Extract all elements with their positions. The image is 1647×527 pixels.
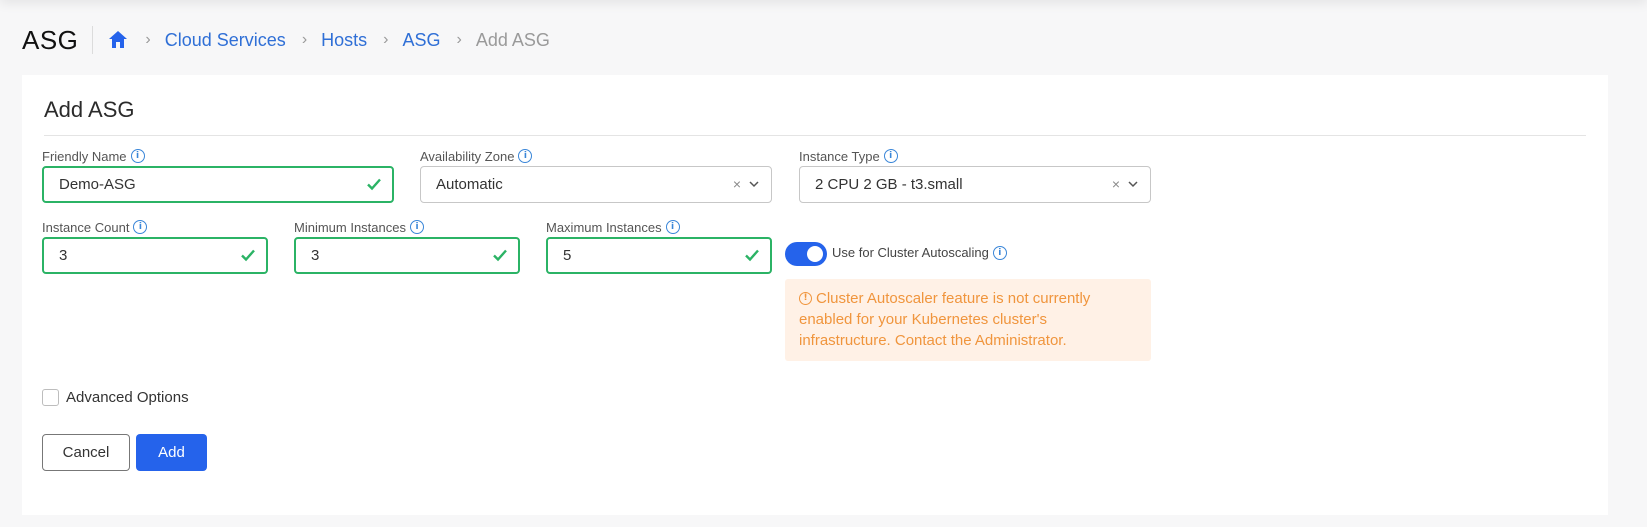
min-instances-label: Minimum Instances i [294,218,424,236]
max-instances-value: 5 [563,247,572,264]
add-asg-card: Add ASG Friendly Name i Demo-ASG Availab… [22,75,1608,515]
info-icon[interactable]: i [883,149,898,163]
check-icon [241,249,255,262]
form-title: Add ASG [44,97,135,122]
page-header: ASG › Cloud Services › Hosts › ASG › Add… [22,18,550,62]
breadcrumb-hosts[interactable]: Hosts [321,30,367,51]
cluster-autoscaling-label: Use for Cluster Autoscaling i [832,245,1007,260]
availability-zone-select[interactable]: Automatic × [420,166,772,203]
max-instances-label: Maximum Instances i [546,218,680,236]
instance-type-label-text: Instance Type [799,148,880,164]
breadcrumb: › Cloud Services › Hosts › ASG › Add ASG [129,30,549,51]
availability-zone-value: Automatic [436,176,503,193]
instance-type-value: 2 CPU 2 GB - t3.small [815,176,963,193]
availability-zone-label: Availability Zone i [420,147,533,165]
friendly-name-field: Friendly Name i [42,147,145,165]
min-instances-label-text: Minimum Instances [294,219,406,235]
instance-type-label: Instance Type i [799,147,898,165]
check-icon [367,178,381,191]
instance-count-label: Instance Count i [42,218,148,236]
instance-count-value: 3 [59,247,68,264]
min-instances-input[interactable]: 3 [294,237,520,274]
availability-zone-label-text: Availability Zone [420,148,515,164]
friendly-name-label-text: Friendly Name [42,148,127,164]
chevron-right-icon: › [383,31,389,48]
info-icon[interactable]: i [518,149,533,163]
breadcrumb-asg[interactable]: ASG [402,30,440,51]
page-title: ASG [22,24,79,55]
cluster-autoscaling-toggle[interactable] [785,242,827,266]
header-divider [92,26,94,54]
warning-line-1: ! Cluster Autoscaler feature is not curre… [799,288,1137,309]
warning-text-1: Cluster Autoscaler feature is not curren… [816,290,1091,307]
instance-count-label-text: Instance Count [42,219,130,235]
check-icon [745,249,759,262]
min-instances-value: 3 [311,247,320,264]
info-icon[interactable]: i [133,220,148,234]
availability-zone-field: Availability Zone i [420,147,533,165]
max-instances-input[interactable]: 5 [546,237,772,274]
friendly-name-value: Demo-ASG [59,176,136,193]
toggle-knob [807,246,823,262]
home-icon[interactable] [107,29,129,51]
check-icon [493,249,507,262]
instance-type-field: Instance Type i [799,147,898,165]
instance-count-input[interactable]: 3 [42,237,268,274]
info-icon[interactable]: i [665,220,680,234]
friendly-name-label: Friendly Name i [42,147,145,165]
warning-icon: ! [799,292,812,305]
instance-type-select[interactable]: 2 CPU 2 GB - t3.small × [799,166,1151,203]
friendly-name-input[interactable]: Demo-ASG [42,166,394,203]
advanced-options-checkbox[interactable] [42,389,59,406]
chevron-right-icon: › [145,31,151,48]
max-instances-label-text: Maximum Instances [546,219,662,235]
clear-icon[interactable]: × [1112,176,1120,192]
chevron-right-icon: › [456,31,462,48]
autoscaler-warning: ! Cluster Autoscaler feature is not curre… [785,279,1151,361]
advanced-options-label[interactable]: Advanced Options [66,389,189,406]
max-instances-field: Maximum Instances i [546,218,680,236]
warning-line-2: enabled for your Kubernetes cluster's [799,311,1048,328]
title-divider [44,135,1586,136]
chevron-down-icon[interactable] [1128,180,1138,188]
info-icon[interactable]: i [130,149,145,163]
breadcrumb-current: Add ASG [475,29,550,50]
clear-icon[interactable]: × [733,176,741,192]
cancel-button[interactable]: Cancel [42,434,130,471]
info-icon[interactable]: i [409,220,424,234]
cluster-autoscaling-label-text: Use for Cluster Autoscaling [832,245,989,260]
breadcrumb-cloud-services[interactable]: Cloud Services [165,30,286,51]
chevron-right-icon: › [301,31,308,48]
info-icon[interactable]: i [992,245,1007,260]
add-button[interactable]: Add [136,434,207,471]
chevron-down-icon[interactable] [749,180,759,188]
instance-count-field: Instance Count i [42,218,148,236]
warning-line-3: infrastructure. Contact the Administrato… [799,332,1067,349]
min-instances-field: Minimum Instances i [294,218,424,236]
